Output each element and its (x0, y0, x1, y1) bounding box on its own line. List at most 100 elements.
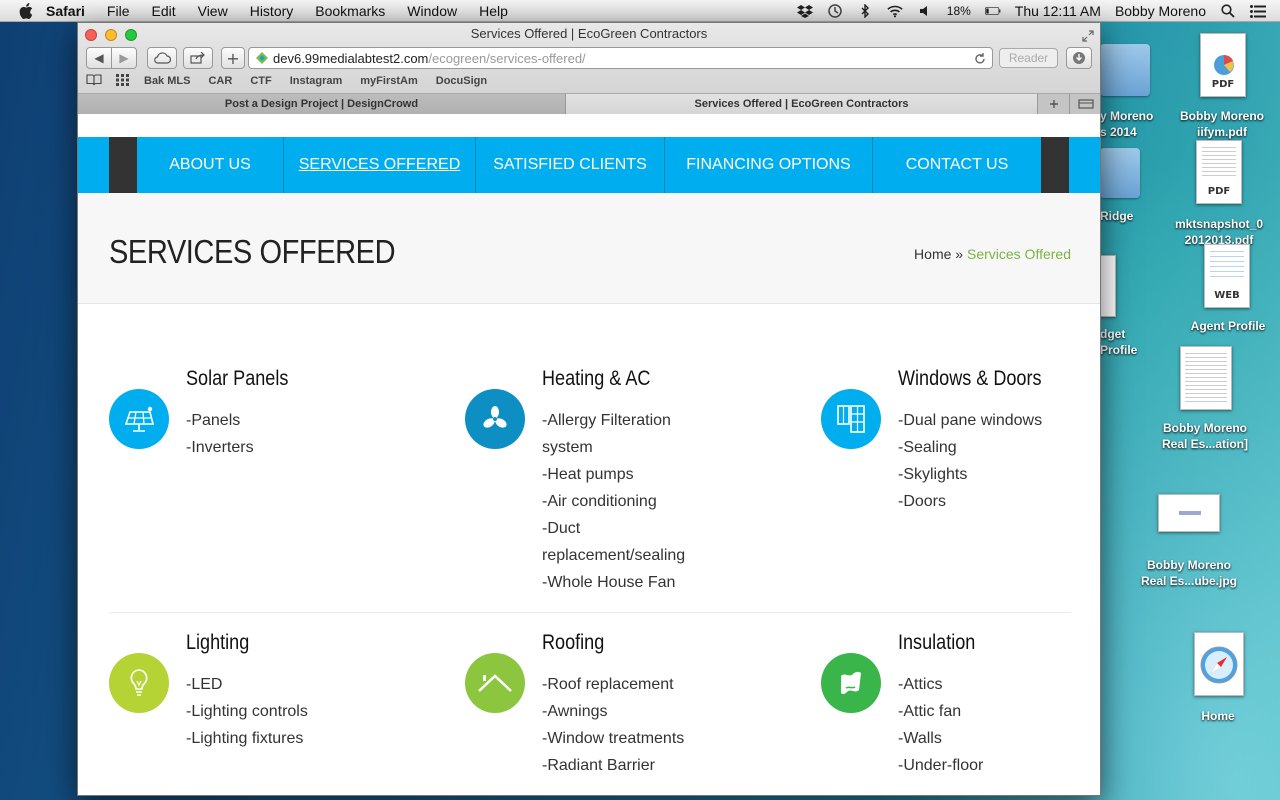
reader-button[interactable]: Reader (999, 48, 1058, 68)
desktop-icon-label[interactable]: Bobby Moreno Real Es...ation] (1150, 420, 1260, 452)
window-toolbar: Services Offered | EcoGreen Contractors … (78, 23, 1100, 114)
image-thumbnail-icon[interactable] (1158, 494, 1220, 532)
desktop-icon-label[interactable]: y Moreno s 2014 (1100, 108, 1160, 140)
nav-contact-us[interactable]: CONTACT US (873, 137, 1041, 193)
web-document-icon[interactable]: WEB (1204, 244, 1250, 308)
menu-user[interactable]: Bobby Moreno (1115, 3, 1206, 19)
list-item: -Radiant Barrier (542, 757, 655, 774)
page-title: SERVICES OFFERED (109, 233, 396, 270)
menu-clock[interactable]: Thu 12:11 AM (1015, 3, 1101, 19)
reading-list-icon[interactable] (86, 73, 102, 89)
new-tab-button[interactable] (1038, 93, 1070, 114)
tabs-overview-icon (1078, 99, 1094, 109)
nav-satisfied-clients[interactable]: SATISFIED CLIENTS (476, 137, 665, 193)
pdf-tag: PDF (1211, 79, 1235, 90)
icloud-tabs-button[interactable] (147, 47, 177, 69)
wifi-icon[interactable] (887, 4, 903, 18)
fullscreen-icon[interactable] (1082, 27, 1094, 42)
service-title: Insulation (898, 631, 976, 654)
back-button[interactable]: ◀ (86, 47, 112, 69)
list-item: -Dual pane windows (898, 412, 1043, 429)
desktop-icon-label[interactable]: dget Profile (1100, 326, 1146, 358)
menu-window[interactable]: Window (407, 3, 457, 19)
reload-icon[interactable] (974, 51, 986, 68)
nav-about-us[interactable]: ABOUT US (137, 137, 284, 193)
top-sites-icon[interactable] (116, 73, 130, 89)
desktop-icon-label-line2: Real Es...ube.jpg (1140, 574, 1238, 588)
spotlight-search-icon[interactable] (1220, 4, 1236, 18)
document-icon[interactable] (1180, 346, 1232, 410)
list-item: -Inverters (186, 439, 254, 456)
menu-history[interactable]: History (250, 3, 294, 19)
nav-label: CONTACT US (905, 156, 1009, 173)
notification-center-icon[interactable] (1250, 4, 1266, 18)
bookmark-myfirstam[interactable]: myFirstAm (360, 75, 417, 87)
window-door-icon (821, 389, 881, 449)
bluetooth-icon[interactable] (857, 4, 873, 18)
list-item: -Allergy Filteration system (542, 412, 671, 456)
nav-edge-right (1041, 137, 1069, 193)
desktop-icon-label[interactable]: Bobby Moreno Real Es...ube.jpg (1130, 557, 1248, 589)
downloads-button[interactable] (1066, 47, 1092, 69)
document-icon[interactable] (1100, 255, 1116, 317)
tab-services-offered[interactable]: Services Offered | EcoGreen Contractors (566, 93, 1038, 114)
menu-edit[interactable]: Edit (151, 3, 175, 19)
desktop-icon-label[interactable]: Ridge (1100, 208, 1140, 224)
bookmark-instagram[interactable]: Instagram (290, 75, 343, 87)
desktop-folder-icon[interactable] (1100, 148, 1140, 198)
list-item: -Lighting fixtures (186, 730, 304, 747)
tab-label: Post a Design Project | DesignCrowd (224, 98, 419, 110)
service-title: Lighting (186, 631, 250, 654)
add-bookmark-button[interactable]: + (221, 47, 245, 69)
share-button[interactable] (183, 47, 213, 69)
dropbox-icon[interactable] (796, 4, 813, 18)
pdf-document-icon[interactable]: PDF (1200, 33, 1246, 97)
desktop-icon-label[interactable]: Agent Profile (1180, 318, 1276, 334)
show-all-tabs-button[interactable] (1070, 93, 1100, 114)
time-machine-icon[interactable] (827, 4, 843, 18)
address-bar[interactable]: dev6.99medialabtest2.com/ecogreen/servic… (248, 47, 993, 69)
breadcrumb: Home » Services Offered (914, 246, 1071, 262)
apple-menu-icon[interactable] (18, 2, 34, 19)
nav-services-offered[interactable]: SERVICES OFFERED (284, 137, 476, 193)
bookmark-docusign[interactable]: DocuSign (436, 75, 487, 87)
bookmark-car[interactable]: CAR (208, 75, 232, 87)
list-item: -Panels (186, 412, 241, 429)
desktop-icon-label-line1: Agent Profile (1190, 319, 1266, 333)
site-nav: ABOUT US SERVICES OFFERED SATISFIED CLIE… (78, 137, 1100, 193)
volume-icon[interactable] (917, 4, 933, 18)
service-list: -Panels -Inverters (186, 407, 356, 461)
tab-designcrowd[interactable]: Post a Design Project | DesignCrowd (78, 93, 566, 114)
breadcrumb-home[interactable]: Home (914, 246, 951, 262)
forward-button[interactable]: ▶ (111, 47, 137, 69)
battery-icon[interactable] (984, 4, 1001, 18)
desktop-folder-icon[interactable] (1100, 44, 1150, 96)
nav-label: FINANCING OPTIONS (686, 156, 851, 173)
menu-help[interactable]: Help (479, 3, 508, 19)
bookmark-ctf[interactable]: CTF (250, 75, 271, 87)
desktop-icon-label[interactable]: Home (1188, 708, 1248, 724)
desktop-icon-label-line1: Bobby Moreno (1163, 421, 1247, 435)
desktop-icon-label-line2: iifym.pdf (1197, 125, 1247, 139)
breadcrumb-separator: » (955, 246, 964, 262)
roof-icon (465, 653, 525, 713)
menu-bookmarks[interactable]: Bookmarks (315, 3, 385, 19)
menu-file[interactable]: File (107, 3, 130, 19)
menu-app-safari[interactable]: Safari (46, 3, 85, 19)
bookmark-bak-mls[interactable]: Bak MLS (144, 75, 190, 87)
desktop-icon-label-line1: dget (1100, 327, 1126, 341)
pdf-document-icon[interactable]: PDF (1196, 140, 1242, 204)
safari-compass-icon[interactable] (1194, 632, 1244, 696)
menu-view[interactable]: View (198, 3, 228, 19)
desktop-icon-label[interactable]: Bobby Moreno iifym.pdf (1170, 108, 1274, 140)
web-tag: WEB (1214, 290, 1240, 301)
list-item: -LED (186, 676, 223, 693)
nav-label: SERVICES OFFERED (298, 156, 461, 173)
service-list: -Dual pane windows -Sealing -Skylights -… (898, 407, 1068, 515)
service-list: -Roof replacement -Awnings -Window treat… (542, 671, 712, 779)
battery-percentage: 18% (946, 4, 971, 18)
list-item: -Doors (898, 493, 947, 510)
nav-financing-options[interactable]: FINANCING OPTIONS (665, 137, 873, 193)
insulation-icon (821, 653, 881, 713)
row-divider (109, 612, 1071, 613)
